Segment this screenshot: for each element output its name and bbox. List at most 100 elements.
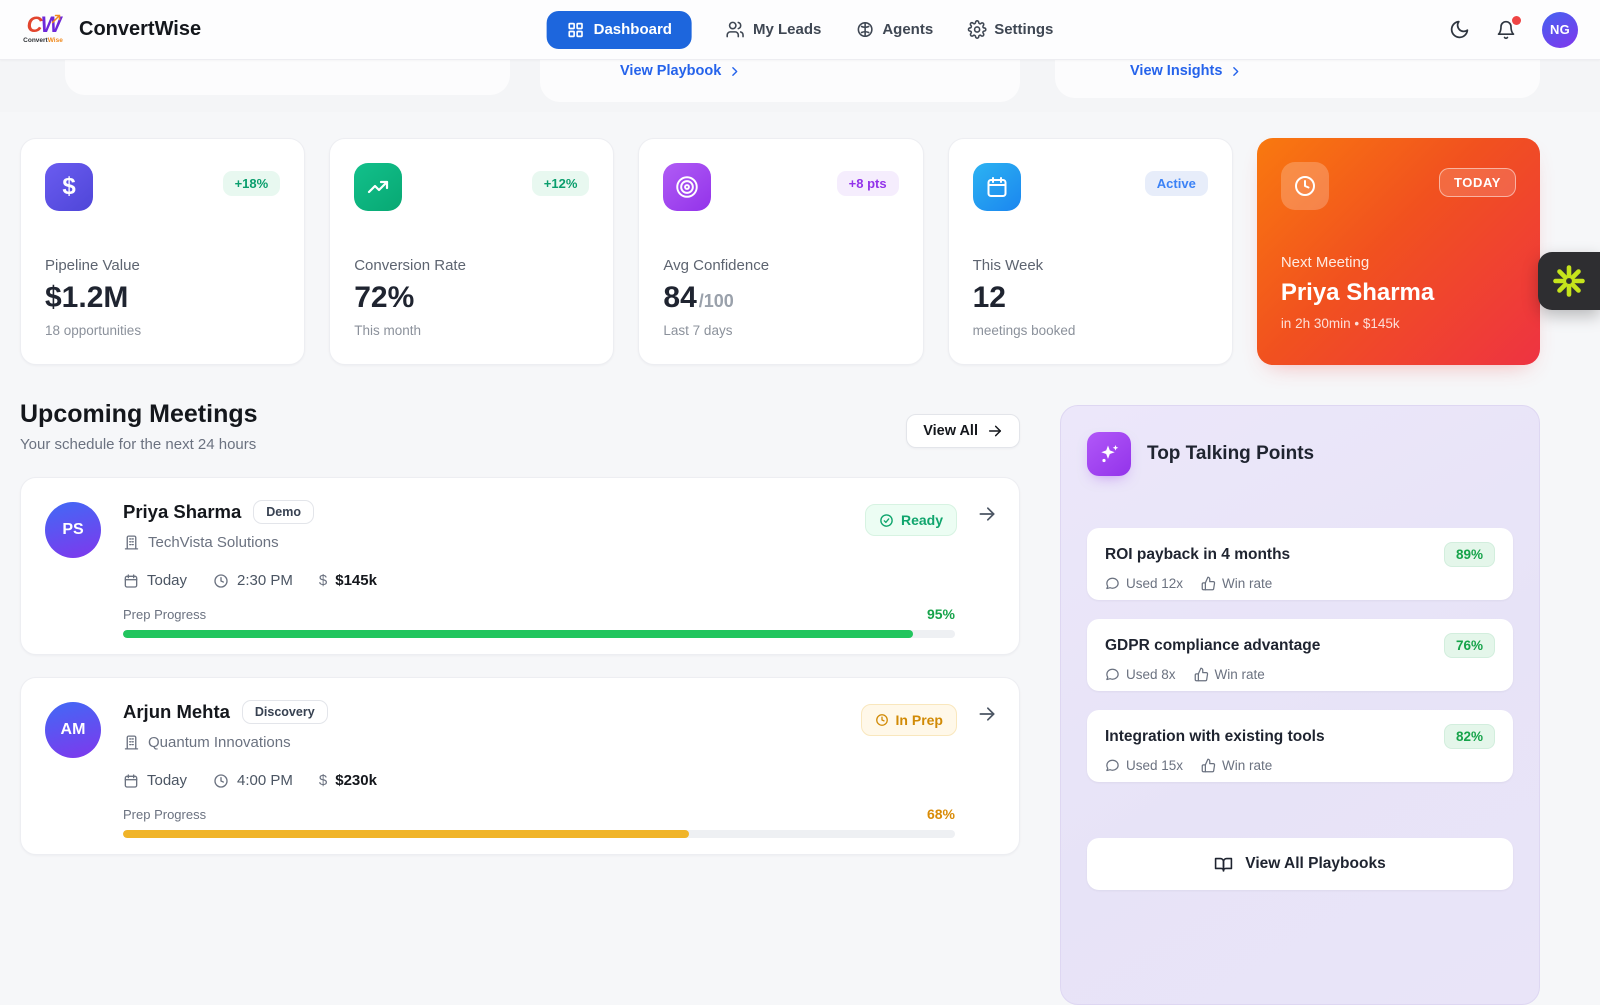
- thumbs-up-icon: [1201, 758, 1216, 773]
- brand-logo[interactable]: CW ConvertWise ConvertWise: [20, 14, 201, 45]
- nav-label: My Leads: [752, 21, 822, 38]
- talking-point-item[interactable]: ROI payback in 4 months 89% Used 12x Win…: [1087, 528, 1513, 600]
- calendar-icon: [972, 163, 1021, 211]
- nav-tab-settings[interactable]: Settings: [967, 20, 1053, 39]
- next-meeting-name: Priya Sharma: [1280, 279, 1435, 306]
- grid-icon: [568, 22, 583, 37]
- company-name: Quantum Innovations: [148, 734, 291, 751]
- logo-letter-c: C: [26, 12, 43, 38]
- clock-icon: [875, 714, 888, 726]
- stat-badge: +8 pts: [836, 171, 899, 196]
- stat-badge: Active: [1144, 171, 1208, 196]
- logo-caption: ConvertWise: [23, 37, 63, 45]
- meeting-time: 4:00 PM: [213, 772, 293, 789]
- stat-card-conversion-rate: +12% Conversion Rate 72% This month: [329, 138, 615, 365]
- win-rate-label: Win rate: [1201, 576, 1272, 591]
- win-rate-label: Win rate: [1194, 667, 1265, 682]
- progress-percent: 68%: [926, 806, 955, 822]
- stat-badge: +12%: [531, 171, 590, 196]
- primary-nav: Dashboard My Leads Agents Settings: [546, 0, 1053, 60]
- meeting-stage-badge: Discovery: [241, 700, 328, 724]
- view-insights-link[interactable]: View Insights: [1130, 63, 1242, 79]
- stat-sub: Last 7 days: [663, 323, 733, 338]
- stat-card-this-week: Active This Week 12 meetings booked: [947, 138, 1233, 365]
- progress-label: Prep Progress: [123, 606, 207, 622]
- progress-fill: [123, 830, 689, 838]
- section-title: Upcoming Meetings: [20, 400, 258, 428]
- meeting-card-arjun-mehta[interactable]: AM Arjun Mehta Discovery Quantum Innovat…: [20, 677, 1020, 855]
- used-count: Used 8x: [1105, 667, 1176, 682]
- ghost-card: [65, 60, 510, 95]
- moon-icon: [1450, 20, 1469, 39]
- open-meeting-arrow[interactable]: [977, 504, 997, 524]
- meeting-name: Priya Sharma: [123, 501, 242, 522]
- open-meeting-arrow[interactable]: [977, 704, 997, 724]
- stat-sub: 18 opportunities: [45, 323, 142, 338]
- convertwise-logo-icon: CW ConvertWise: [20, 14, 66, 45]
- logo-arrow-icon: [51, 15, 61, 24]
- talking-points-title: Top Talking Points: [1147, 443, 1315, 464]
- assistant-widget-button[interactable]: [1538, 252, 1600, 310]
- nav-tab-my-leads[interactable]: My Leads: [726, 20, 821, 39]
- nav-tab-dashboard[interactable]: Dashboard: [546, 10, 692, 49]
- dollar-icon: $: [318, 772, 328, 789]
- thumbs-up-icon: [1201, 576, 1216, 591]
- stats-row: $ +18% Pipeline Value $1.2M 18 opportuni…: [20, 138, 1541, 365]
- sparkles-icon: [1087, 432, 1131, 476]
- chat-bubble-icon: [1106, 668, 1119, 681]
- user-avatar[interactable]: NG: [1542, 11, 1578, 48]
- used-count: Used 15x: [1105, 758, 1183, 773]
- win-rate-badge: 76%: [1443, 633, 1495, 658]
- view-playbook-link[interactable]: View Playbook: [620, 63, 741, 79]
- talking-point-text: GDPR compliance advantage: [1105, 636, 1321, 654]
- meeting-date: Today: [123, 572, 187, 589]
- chevron-right-icon: [732, 66, 738, 76]
- progress-bar: [123, 630, 955, 638]
- progress-fill: [123, 630, 914, 638]
- stat-label: Conversion Rate: [354, 257, 466, 274]
- notifications-button[interactable]: [1496, 15, 1521, 40]
- stat-card-avg-confidence: +8 pts Avg Confidence 84/100 Last 7 days: [638, 138, 924, 365]
- arrow-right-icon: [988, 425, 1002, 437]
- stat-sub: meetings booked: [972, 323, 1076, 338]
- stat-value: 12: [972, 281, 1006, 314]
- meeting-card-priya-sharma[interactable]: PS Priya Sharma Demo TechVista Solutions…: [20, 477, 1020, 655]
- calendar-icon: [124, 773, 138, 788]
- app-title: ConvertWise: [79, 18, 202, 40]
- nav-tab-agents[interactable]: Agents: [855, 20, 933, 39]
- thumbs-up-icon: [1194, 667, 1208, 682]
- progress-percent: 95%: [926, 606, 955, 622]
- nav-label: Agents: [882, 21, 934, 38]
- company-name: TechVista Solutions: [148, 534, 279, 551]
- next-meeting-card[interactable]: TODAY Next Meeting Priya Sharma in 2h 30…: [1256, 138, 1541, 365]
- talking-point-item[interactable]: GDPR compliance advantage 76% Used 8x Wi…: [1087, 619, 1513, 691]
- stat-value-suffix: /100: [698, 291, 734, 311]
- status-badge-ready: Ready: [864, 504, 957, 536]
- nav-label: Settings: [994, 21, 1054, 38]
- nav-actions: NG: [1449, 0, 1578, 60]
- upcoming-meetings-section: Upcoming Meetings Your schedule for the …: [20, 400, 1020, 855]
- users-icon: [726, 21, 745, 38]
- used-count: Used 12x: [1105, 576, 1183, 591]
- avatar: AM: [45, 702, 101, 758]
- stat-value: 72%: [354, 281, 415, 314]
- dark-mode-toggle[interactable]: [1449, 19, 1470, 40]
- view-all-button[interactable]: View All: [906, 414, 1020, 448]
- meeting-value: $ $230k: [318, 772, 377, 789]
- top-talking-points-card: Top Talking Points ROI payback in 4 mont…: [1060, 405, 1540, 1005]
- win-rate-label: Win rate: [1201, 758, 1272, 773]
- meeting-value: $ $145k: [318, 572, 377, 589]
- meeting-name: Arjun Mehta: [123, 701, 230, 722]
- book-open-icon: [1215, 857, 1233, 872]
- talking-point-item[interactable]: Integration with existing tools 82% Used…: [1087, 710, 1513, 782]
- notification-dot: [1512, 15, 1521, 25]
- talking-point-text: ROI payback in 4 months: [1105, 545, 1291, 563]
- dollar-icon: $: [45, 163, 93, 211]
- stat-badge: +18%: [222, 171, 281, 196]
- meeting-stage-badge: Demo: [253, 500, 314, 524]
- calendar-icon: [124, 573, 138, 588]
- next-meeting-label: Next Meeting: [1280, 254, 1370, 271]
- view-all-playbooks-button[interactable]: View All Playbooks: [1087, 838, 1513, 890]
- talking-point-text: Integration with existing tools: [1105, 727, 1325, 745]
- clock-icon: [214, 773, 228, 788]
